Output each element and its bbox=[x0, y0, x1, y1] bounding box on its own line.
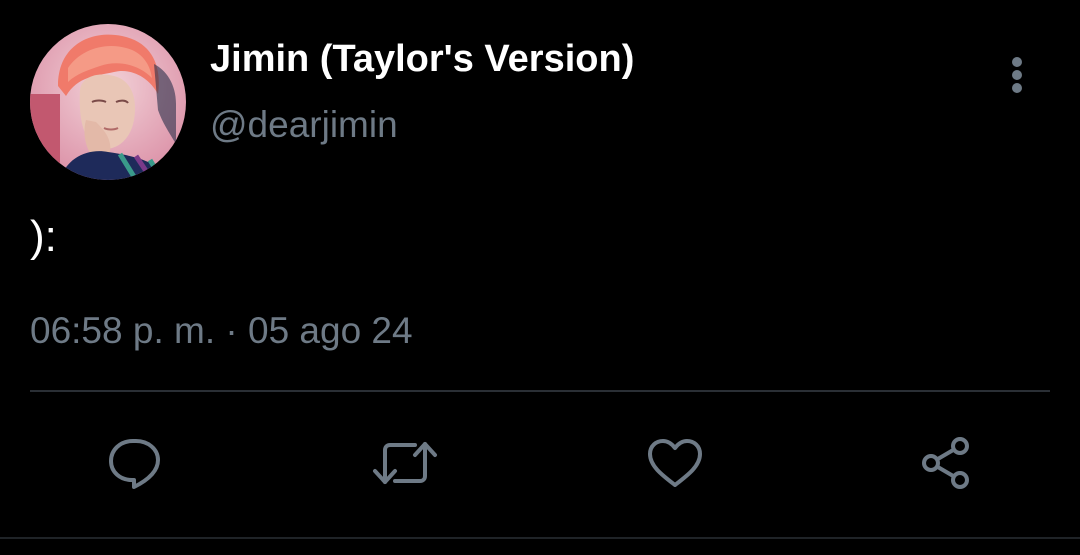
avatar[interactable] bbox=[30, 24, 186, 180]
display-name[interactable]: Jimin (Taylor's Version) bbox=[210, 38, 634, 81]
vertical-ellipsis-icon bbox=[1012, 57, 1022, 93]
reply-button[interactable] bbox=[100, 430, 170, 496]
like-button[interactable] bbox=[640, 430, 710, 496]
share-nodes-icon bbox=[922, 437, 969, 489]
user-handle[interactable]: @dearjimin bbox=[210, 104, 398, 146]
tweet-text: ): bbox=[30, 212, 57, 261]
retweet-button[interactable] bbox=[370, 430, 440, 496]
share-button[interactable] bbox=[910, 430, 980, 496]
avatar-image bbox=[30, 24, 186, 180]
retweet-arrows-icon bbox=[373, 442, 437, 484]
speech-bubble-icon bbox=[109, 439, 160, 489]
bottom-divider bbox=[0, 537, 1080, 539]
divider bbox=[30, 390, 1050, 392]
heart-outline-icon bbox=[648, 439, 702, 487]
tweet-timestamp[interactable]: 06:58 p. m. · 05 ago 24 bbox=[30, 310, 413, 352]
more-options-button[interactable] bbox=[996, 52, 1038, 98]
